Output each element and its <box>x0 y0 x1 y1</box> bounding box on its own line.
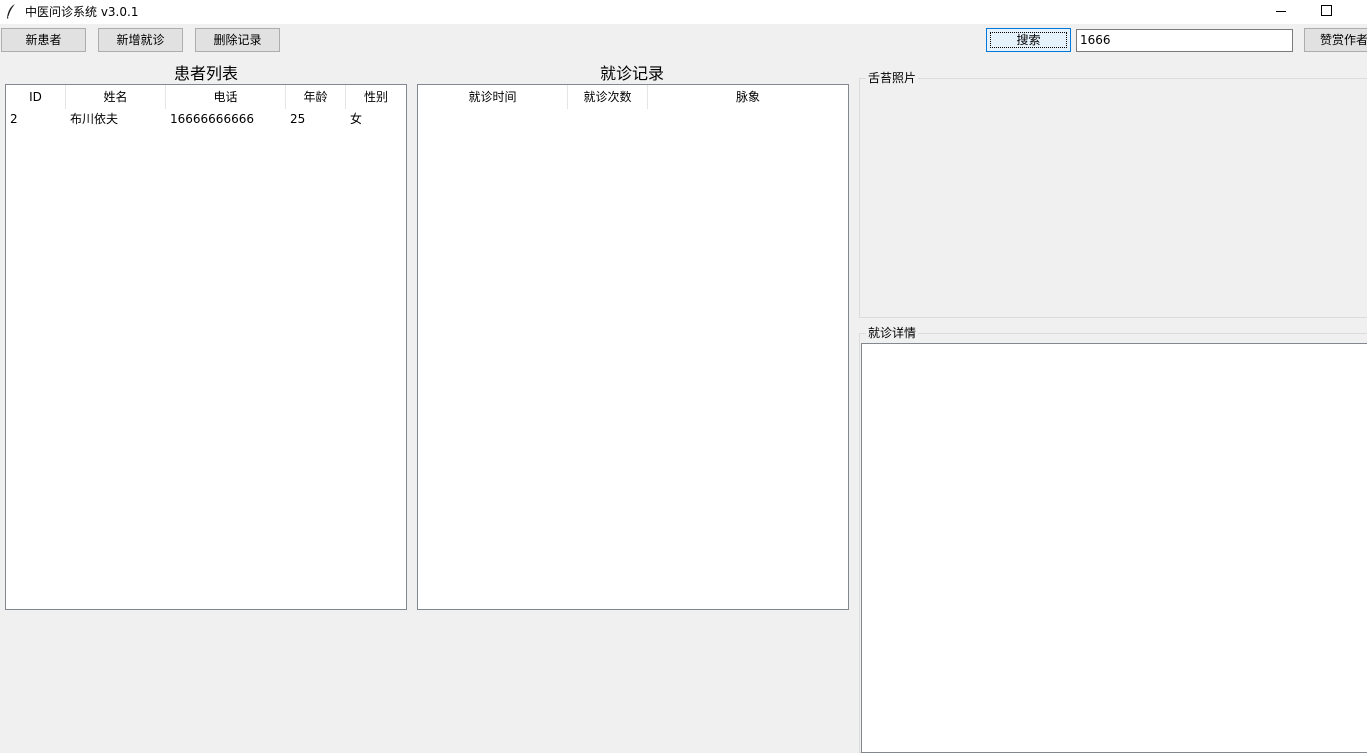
window-title: 中医问诊系统 v3.0.1 <box>25 5 139 19</box>
column-header-pulse[interactable]: 脉象 <box>648 85 848 109</box>
column-header-phone[interactable]: 电话 <box>166 85 286 109</box>
tongue-photo-label: 舌苔照片 <box>866 71 919 85</box>
visits-table-header: 就诊时间 就诊次数 脉象 <box>418 85 848 109</box>
patients-heading: 患者列表 <box>174 64 239 83</box>
maximize-icon <box>1321 5 1332 16</box>
table-row[interactable]: 2 布川依夫 16666666666 25 女 <box>6 109 406 129</box>
column-header-age[interactable]: 年龄 <box>286 85 346 109</box>
cell-age: 25 <box>290 112 306 126</box>
minimize-icon <box>1276 11 1286 12</box>
column-header-gender[interactable]: 性别 <box>346 85 406 109</box>
maximize-button[interactable] <box>1304 0 1350 24</box>
title-bar: 中医问诊系统 v3.0.1 <box>0 0 1367 24</box>
cell-gender: 女 <box>350 112 363 126</box>
search-button[interactable]: 搜索 <box>986 28 1071 52</box>
donate-button[interactable]: 赞赏作者 <box>1304 28 1367 52</box>
column-header-visit-time[interactable]: 就诊时间 <box>418 85 568 109</box>
focus-outline <box>990 32 1067 48</box>
column-header-visit-count[interactable]: 就诊次数 <box>568 85 648 109</box>
tongue-photo-group: 舌苔照片 <box>859 71 1367 318</box>
cell-phone: 16666666666 <box>170 112 254 126</box>
cell-id: 2 <box>10 112 18 126</box>
visit-detail-textarea[interactable] <box>861 343 1367 753</box>
feather-icon <box>7 3 16 19</box>
column-header-name[interactable]: 姓名 <box>66 85 166 109</box>
patients-table-header: ID 姓名 电话 年龄 性别 <box>6 85 406 109</box>
column-header-id[interactable]: ID <box>6 85 66 109</box>
cell-name: 布川依夫 <box>70 112 119 126</box>
patients-table[interactable]: ID 姓名 电话 年龄 性别 2 布川依夫 16666666666 25 女 <box>5 84 407 610</box>
delete-record-button[interactable]: 删除记录 <box>195 28 280 52</box>
visit-detail-label: 就诊详情 <box>866 326 919 340</box>
new-visit-button[interactable]: 新增就诊 <box>98 28 183 52</box>
minimize-button[interactable] <box>1258 0 1304 24</box>
search-input[interactable]: 1666 <box>1076 29 1293 52</box>
visits-table[interactable]: 就诊时间 就诊次数 脉象 <box>417 84 849 610</box>
new-patient-button[interactable]: 新患者 <box>1 28 86 52</box>
visits-heading: 就诊记录 <box>600 64 665 83</box>
